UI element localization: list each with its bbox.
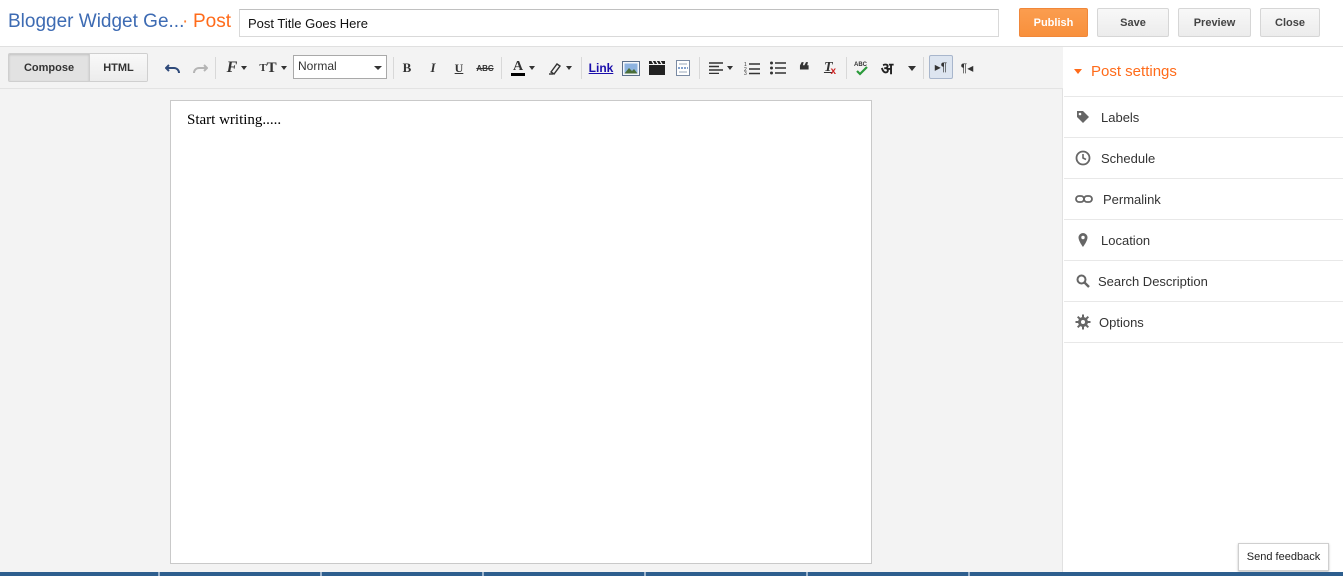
post-settings-heading[interactable]: Post settings — [1064, 47, 1343, 97]
collapse-triangle-icon — [1074, 69, 1082, 74]
taskbar-segment — [484, 572, 646, 576]
transliteration-icon[interactable]: अ — [877, 59, 897, 78]
italic-icon[interactable]: I — [425, 59, 441, 77]
rtl-icon[interactable]: ¶◂ — [957, 59, 977, 77]
undo-icon[interactable] — [164, 59, 182, 77]
numbered-list-icon[interactable]: 123 — [743, 59, 761, 77]
image-icon[interactable] — [621, 59, 641, 77]
editor-area: Compose HTML F TT Normal B I U ABC A Lin… — [0, 47, 1063, 572]
link-icon — [1074, 190, 1094, 208]
taskbar-segment — [646, 572, 808, 576]
blog-name-link[interactable]: Blogger Widget Ge... — [8, 11, 184, 33]
svg-text:3: 3 — [744, 71, 747, 75]
ltr-icon[interactable]: ▸¶ — [929, 55, 953, 79]
highlight-color-icon[interactable] — [546, 59, 574, 77]
chevron-down-icon — [374, 66, 382, 70]
sidebar-item-options[interactable]: Options — [1064, 302, 1343, 343]
toolbar-divider — [581, 57, 582, 79]
underline-icon[interactable]: U — [451, 59, 467, 77]
strikethrough-icon[interactable]: ABC — [475, 59, 495, 77]
gear-icon — [1074, 313, 1092, 331]
tag-icon — [1074, 108, 1092, 126]
toolbar-divider — [393, 57, 394, 79]
bulleted-list-icon[interactable] — [769, 59, 787, 77]
format-select-value: Normal — [298, 59, 337, 73]
transliteration-dropdown[interactable] — [905, 59, 919, 77]
header-bar: Blogger Widget Ge... · Post Publish Save… — [0, 0, 1343, 47]
font-size-icon[interactable]: TT — [258, 59, 288, 77]
toolbar-divider — [501, 57, 502, 79]
toolbar-divider — [846, 57, 847, 79]
preview-button[interactable]: Preview — [1178, 8, 1251, 37]
taskbar-segment — [322, 572, 484, 576]
sidebar-item-label: Location — [1101, 232, 1151, 248]
post-settings-sidebar: Post settings Labels Schedule Permalink … — [1064, 47, 1343, 572]
title-separator: · — [182, 11, 189, 32]
font-family-icon[interactable]: F — [222, 59, 252, 77]
post-title-input[interactable] — [239, 9, 999, 37]
bold-icon[interactable]: B — [399, 59, 415, 77]
link-button[interactable]: Link — [588, 59, 614, 77]
align-icon[interactable] — [706, 59, 736, 77]
sidebar-item-label: Schedule — [1101, 150, 1156, 166]
taskbar-segment — [160, 572, 322, 576]
editor-toolbar: Compose HTML F TT Normal B I U ABC A Lin… — [0, 47, 1063, 89]
taskbar-segment — [808, 572, 970, 576]
sidebar-item-search-description[interactable]: Search Description — [1064, 261, 1343, 302]
sidebar-item-labels[interactable]: Labels — [1064, 97, 1343, 138]
mode-tabs: Compose HTML — [8, 53, 148, 82]
taskbar-strip — [0, 572, 1343, 576]
clock-icon — [1074, 149, 1092, 167]
search-icon — [1074, 272, 1092, 290]
redo-icon[interactable] — [191, 59, 209, 77]
post-body-editor[interactable]: Start writing..... — [170, 100, 872, 564]
video-icon[interactable] — [647, 59, 667, 77]
jump-break-icon[interactable] — [673, 59, 693, 77]
toolbar-divider — [923, 57, 924, 79]
tab-html[interactable]: HTML — [90, 54, 147, 81]
post-label: Post — [193, 11, 232, 32]
quote-icon[interactable]: ❝ — [795, 59, 813, 81]
sidebar-item-label: Permalink — [1103, 191, 1161, 207]
close-button[interactable]: Close — [1260, 8, 1320, 37]
save-button[interactable]: Save — [1097, 8, 1169, 37]
sidebar-item-label: Options — [1099, 314, 1144, 330]
toolbar-divider — [699, 57, 700, 79]
clear-format-icon[interactable]: Tx — [821, 59, 839, 77]
post-body-text: Start writing..... — [187, 112, 282, 128]
format-select[interactable]: Normal — [293, 55, 387, 79]
sidebar-item-label: Search Description — [1098, 273, 1208, 289]
publish-button[interactable]: Publish — [1019, 8, 1088, 37]
toolbar-divider — [215, 57, 216, 79]
post-settings-label: Post settings — [1091, 63, 1177, 80]
sidebar-item-location[interactable]: Location — [1064, 220, 1343, 261]
sidebar-item-schedule[interactable]: Schedule — [1064, 138, 1343, 179]
spellcheck-icon[interactable]: ABC — [853, 59, 871, 77]
text-color-icon[interactable]: A — [508, 59, 538, 77]
tab-compose[interactable]: Compose — [9, 54, 90, 81]
sidebar-item-label: Labels — [1101, 109, 1140, 125]
taskbar-segment — [0, 572, 160, 576]
pin-icon — [1074, 231, 1092, 249]
send-feedback-button[interactable]: Send feedback — [1238, 543, 1329, 571]
sidebar-item-permalink[interactable]: Permalink — [1064, 179, 1343, 220]
